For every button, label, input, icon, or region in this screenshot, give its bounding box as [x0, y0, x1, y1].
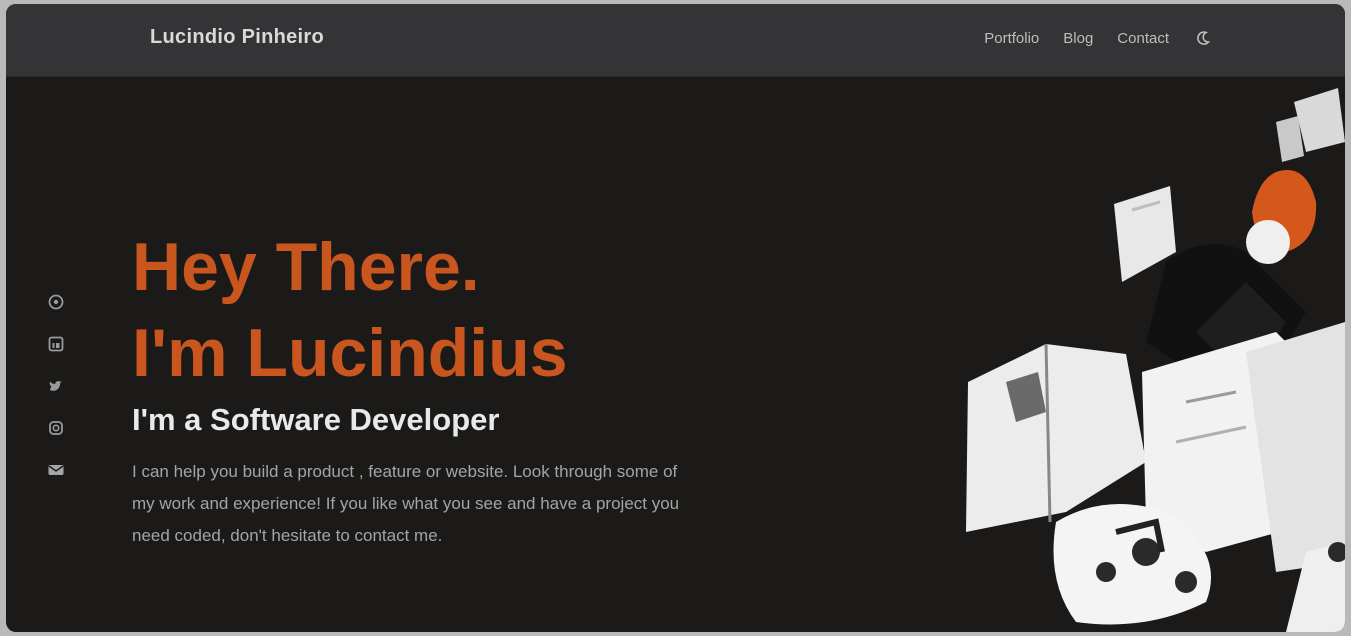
nav-link-portfolio[interactable]: Portfolio	[984, 30, 1039, 47]
hero-title-line-1: Hey There.	[132, 229, 480, 305]
moon-icon[interactable]	[1193, 28, 1213, 48]
top-navbar: Lucindio Pinheiro Portfolio Blog Contact	[6, 4, 1345, 77]
browser-viewport: Lucindio Pinheiro Portfolio Blog Contact	[6, 4, 1345, 632]
hero-illustration	[946, 82, 1345, 632]
hero-subtitle: I'm a Software Developer	[132, 402, 500, 437]
linkedin-icon[interactable]	[46, 334, 66, 354]
hero-description: I can help you build a product , feature…	[132, 462, 680, 545]
email-icon[interactable]	[46, 460, 66, 480]
social-links	[46, 292, 66, 480]
instagram-icon[interactable]	[46, 418, 66, 438]
brand-logo[interactable]: Lucindio Pinheiro	[150, 26, 324, 49]
hero-title-line-2: I'm Lucindius	[132, 315, 568, 391]
nav-link-contact[interactable]: Contact	[1117, 30, 1169, 47]
main-nav: Portfolio Blog Contact	[984, 28, 1213, 48]
github-icon[interactable]	[46, 292, 66, 312]
hero-title: Hey There. I'm Lucindius	[132, 224, 568, 396]
twitter-icon[interactable]	[46, 376, 66, 396]
nav-link-blog[interactable]: Blog	[1063, 30, 1093, 47]
